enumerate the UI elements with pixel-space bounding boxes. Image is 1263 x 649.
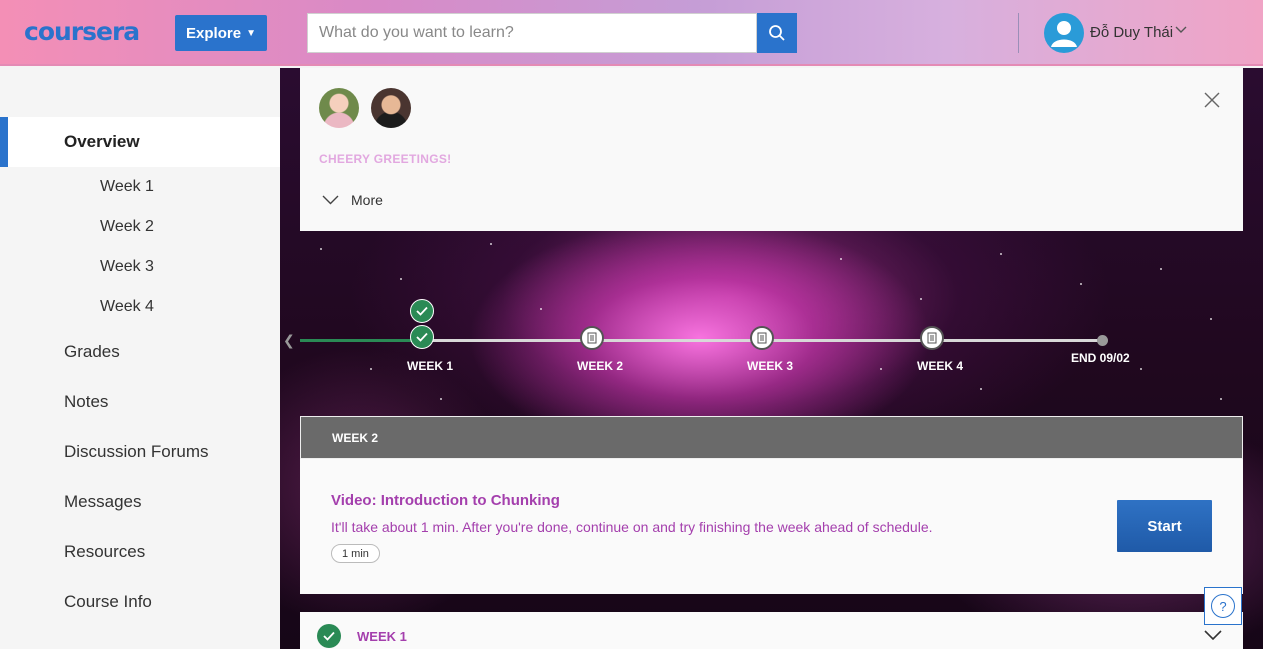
timeline-node-week-2[interactable] (580, 326, 604, 350)
sidebar-item-messages[interactable]: Messages (0, 477, 280, 527)
check-icon (317, 624, 341, 648)
sidebar-item-overview[interactable]: Overview (0, 117, 280, 167)
header-divider (1018, 13, 1019, 53)
search-input[interactable]: What do you want to learn? (307, 13, 757, 53)
search-placeholder: What do you want to learn? (319, 24, 514, 41)
document-icon (757, 332, 767, 344)
sidebar-item-week-1[interactable]: Week 1 (0, 167, 280, 207)
timeline-label: WEEK 2 (577, 359, 624, 373)
current-week-panel: WEEK 2 Video: Introduction to Chunking I… (300, 416, 1243, 594)
timeline-label: WEEK 3 (747, 359, 794, 373)
more-toggle[interactable]: More (322, 192, 383, 208)
sidebar-item-label: Notes (64, 392, 109, 411)
sidebar-item-grades[interactable]: Grades (0, 327, 280, 377)
chevron-down-icon (322, 195, 339, 205)
sidebar-item-resources[interactable]: Resources (0, 527, 280, 577)
chevron-down-icon[interactable] (1175, 26, 1187, 34)
sidebar-item-label: Messages (64, 492, 142, 511)
week-title: WEEK 2 (332, 431, 379, 445)
user-icon (1051, 21, 1077, 47)
instructor-avatar[interactable] (371, 88, 411, 128)
sidebar-item-label: Course Info (64, 592, 152, 611)
chevron-down-icon[interactable] (1204, 630, 1222, 640)
sidebar-item-label: Overview (64, 132, 140, 151)
week-1-accordion[interactable]: WEEK 1 (300, 612, 1243, 649)
duration-badge: 1 min (331, 544, 380, 563)
week-header: WEEK 2 (300, 416, 1243, 459)
sidebar-item-notes[interactable]: Notes (0, 377, 280, 427)
timeline-node-week-1[interactable] (410, 325, 434, 349)
sidebar-item-label: Resources (64, 542, 146, 561)
next-item-card: Video: Introduction to Chunking It'll ta… (300, 459, 1243, 594)
close-icon[interactable] (1202, 90, 1222, 110)
document-icon (587, 332, 597, 344)
timeline-label: WEEK 4 (917, 359, 964, 373)
timeline-node-week-3[interactable] (750, 326, 774, 350)
explore-button[interactable]: Explore ▼ (175, 15, 267, 51)
sidebar-item-label: Week 2 (100, 218, 154, 235)
timeline-label: WEEK 1 (407, 359, 454, 373)
timeline-progress (300, 339, 422, 342)
sidebar-item-discussion-forums[interactable]: Discussion Forums (0, 427, 280, 477)
explore-label: Explore (186, 24, 242, 42)
help-button[interactable]: ? (1204, 587, 1242, 625)
timeline-node-week-4[interactable] (920, 326, 944, 350)
search-button[interactable] (757, 13, 797, 53)
coursera-logo[interactable]: coursera (24, 17, 140, 46)
sidebar-item-week-2[interactable]: Week 2 (0, 207, 280, 247)
top-header: coursera Explore ▼ What do you want to l… (0, 0, 1263, 66)
sidebar-item-week-3[interactable]: Week 3 (0, 247, 280, 287)
instructor-avatar[interactable] (319, 88, 359, 128)
sidebar-item-course-info[interactable]: Course Info (0, 577, 280, 627)
sidebar-item-label: Discussion Forums (64, 442, 209, 461)
main-content: CHEERY GREETINGS! More ❮ WEEK 1 WEEK 2 W… (280, 68, 1263, 649)
timeline-node-end (1097, 335, 1108, 346)
help-icon: ? (1211, 594, 1235, 618)
start-button[interactable]: Start (1117, 500, 1212, 552)
chevron-left-icon[interactable]: ❮ (283, 332, 295, 349)
search-icon (769, 25, 785, 41)
greeting-card: CHEERY GREETINGS! More (300, 68, 1243, 231)
document-icon (927, 332, 937, 344)
sidebar-item-label: Week 1 (100, 178, 154, 195)
sidebar-item-week-4[interactable]: Week 4 (0, 287, 280, 327)
sidebar-item-label: Grades (64, 342, 120, 361)
item-title-link[interactable]: Video: Introduction to Chunking (331, 492, 560, 509)
greeting-title: CHEERY GREETINGS! (319, 152, 452, 166)
item-description: It'll take about 1 min. After you're don… (331, 519, 933, 535)
sidebar-item-label: Week 3 (100, 258, 154, 275)
week-1-label: WEEK 1 (357, 629, 407, 644)
chevron-down-icon: ▼ (246, 27, 256, 39)
more-label: More (351, 192, 383, 208)
check-icon (410, 299, 434, 323)
sidebar: Overview Week 1 Week 2 Week 3 Week 4 Gra… (0, 68, 280, 649)
timeline-label: END 09/02 (1071, 351, 1130, 365)
user-name[interactable]: Đỗ Duy Thái (1090, 24, 1173, 41)
user-avatar[interactable] (1044, 13, 1084, 53)
sidebar-item-label: Week 4 (100, 298, 154, 315)
